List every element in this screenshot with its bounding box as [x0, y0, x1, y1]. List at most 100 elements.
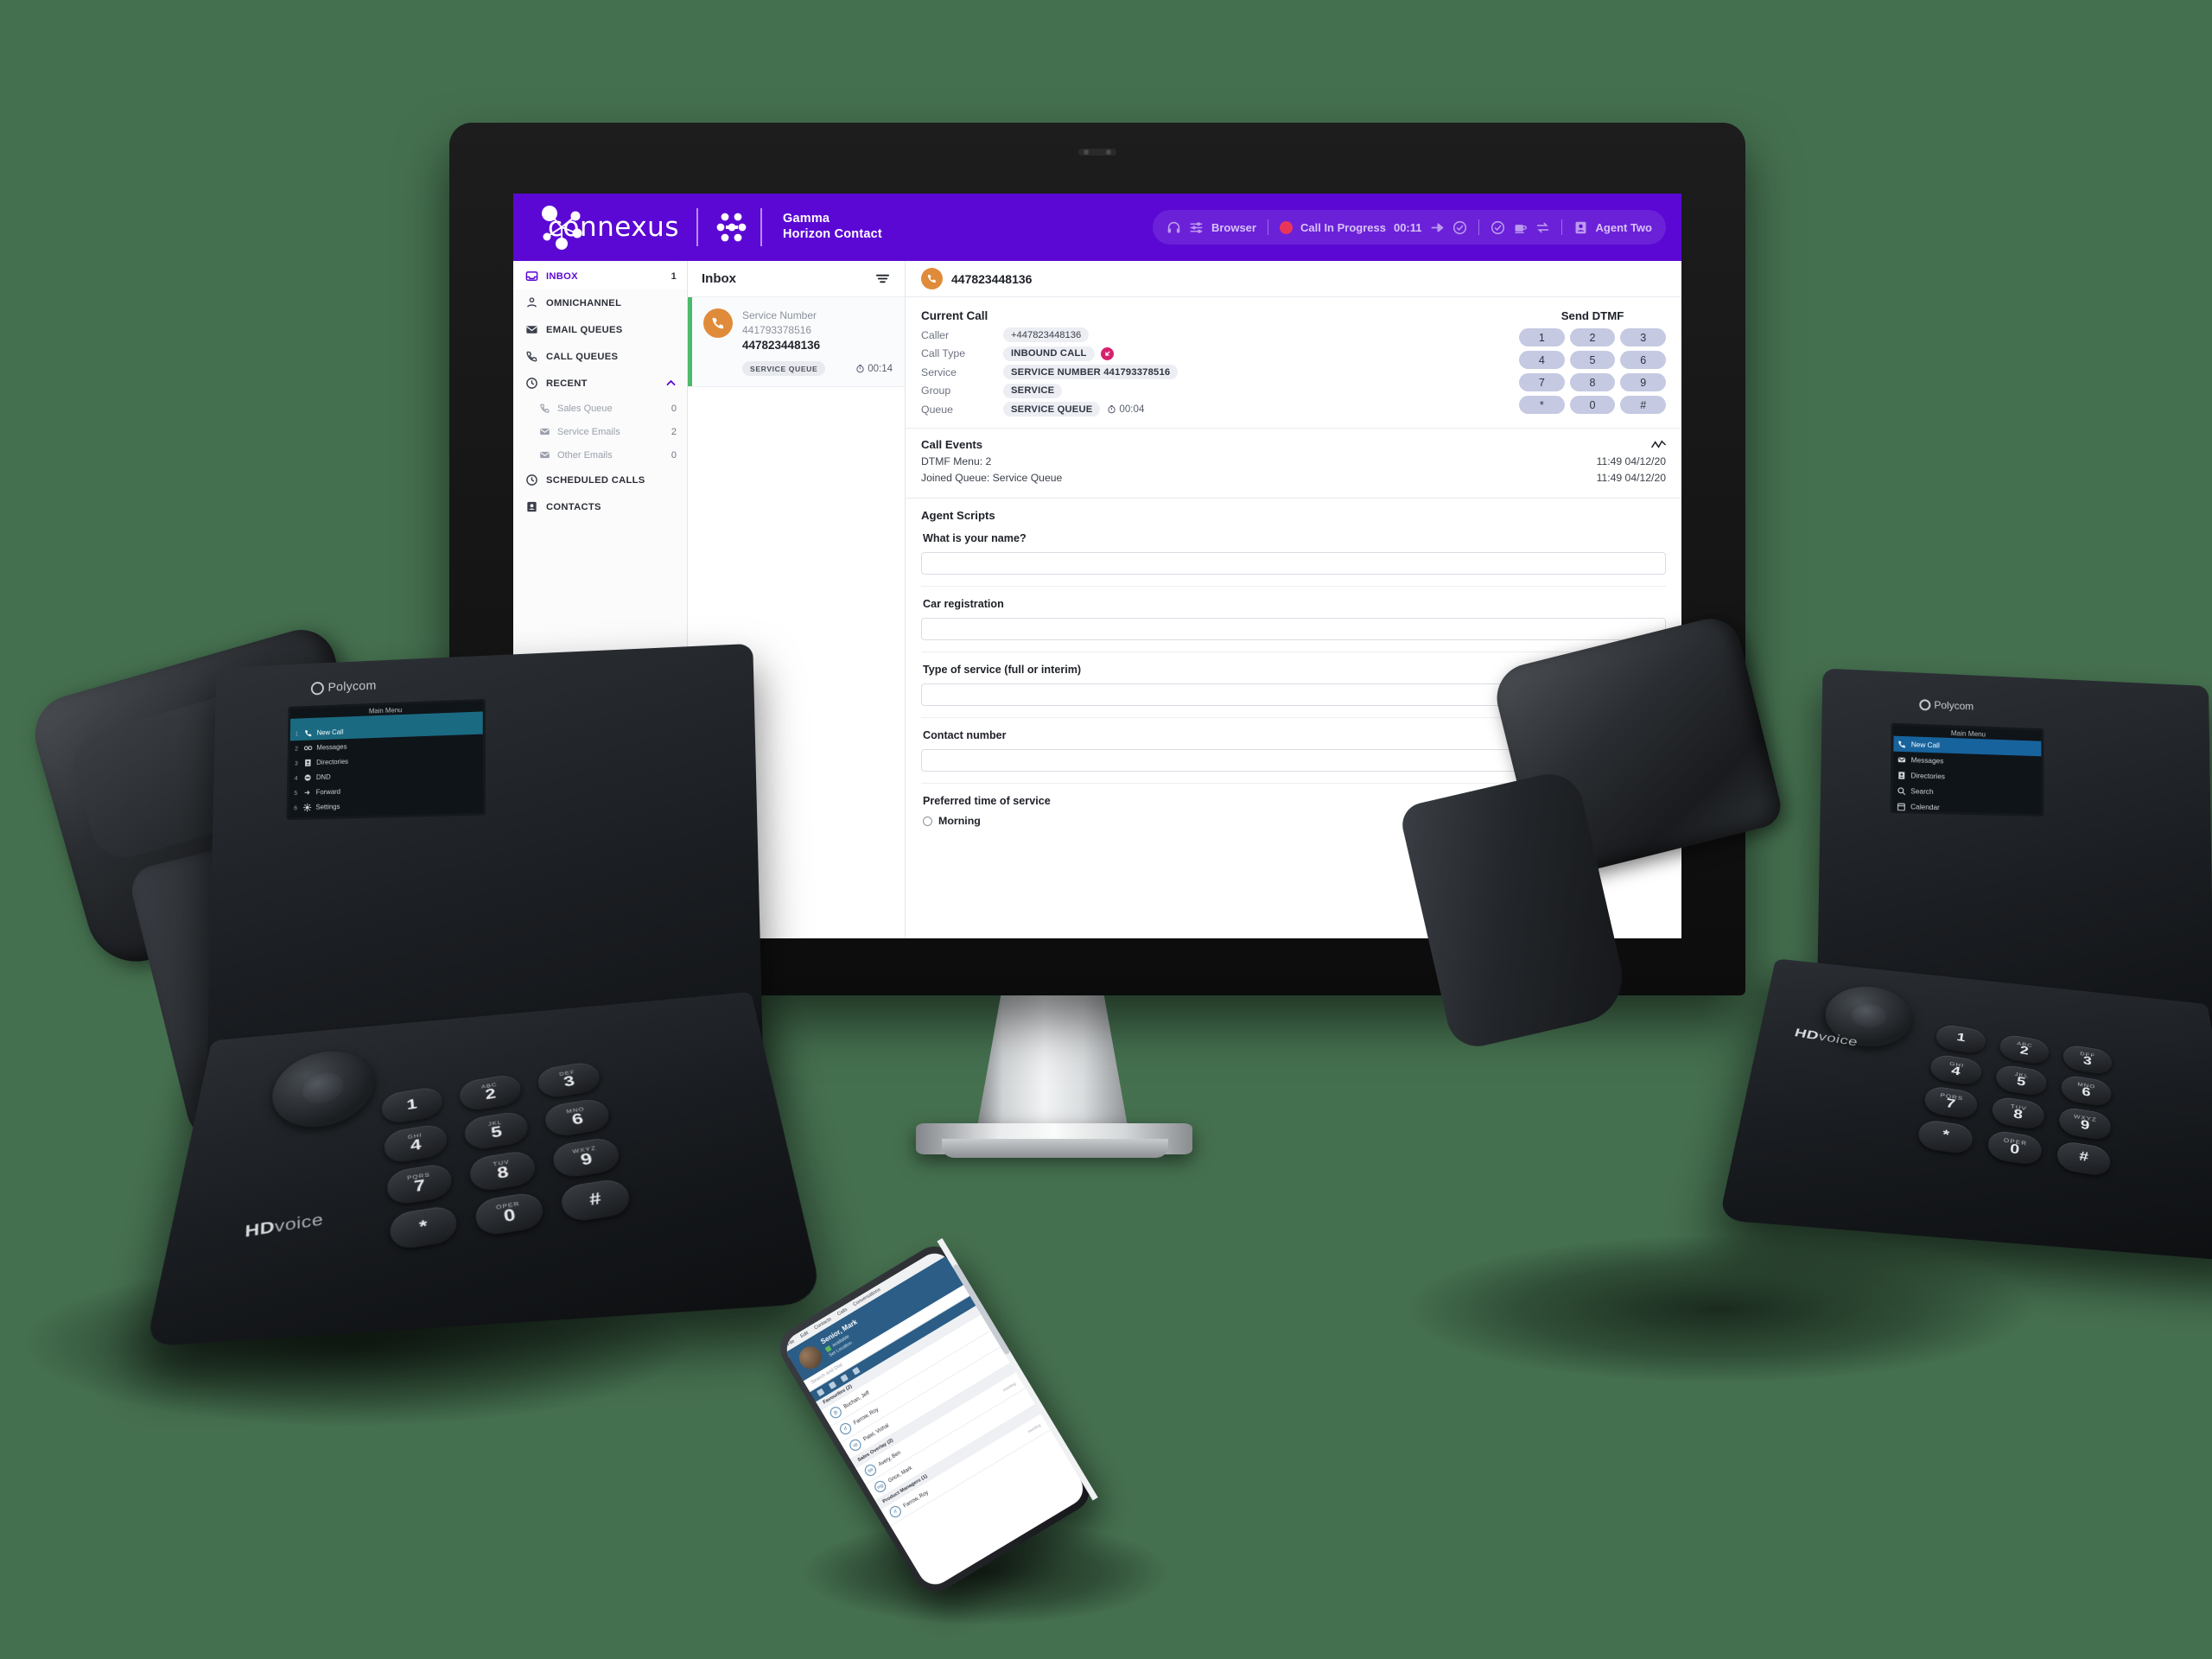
- keypad-key-3[interactable]: DEF 3: [2062, 1043, 2113, 1077]
- dtmf-key-2[interactable]: 2: [1569, 328, 1616, 346]
- dtmf-key-7[interactable]: 7: [1519, 373, 1565, 391]
- sidebar-item-other-emails[interactable]: Other Emails 0: [513, 443, 687, 467]
- keypad-key-8[interactable]: TUV 8: [1990, 1095, 2045, 1131]
- dtmf-key-9[interactable]: 9: [1620, 373, 1666, 391]
- polycom-brand-text: Polycom: [1934, 698, 1974, 713]
- phone-keypad: 1 ABC 2 DEF 3 GHI 4 JKL 5 MNO 6 PQRS 7 TUV 8 WX…: [380, 1060, 633, 1251]
- keypad-key-1[interactable]: 1: [1934, 1023, 1987, 1056]
- sliders-icon[interactable]: [1189, 220, 1204, 235]
- dtmf-key-8[interactable]: 8: [1569, 373, 1616, 391]
- dtmf-key-5[interactable]: 5: [1569, 351, 1616, 369]
- sidebar-label-other-emails: Other Emails: [557, 449, 613, 461]
- header-divider-2: [760, 208, 762, 246]
- sidebar-label-contacts: CONTACTS: [546, 501, 601, 512]
- directory-icon: [305, 759, 311, 766]
- name-input[interactable]: [921, 552, 1666, 575]
- contact-initials: jb: [828, 1404, 844, 1421]
- call-event-row: DTMF Menu: 2 11:49 04/12/20: [921, 454, 1666, 471]
- navigation-disc[interactable]: [272, 1044, 378, 1135]
- keypad-digit: 6: [2082, 1084, 2091, 1100]
- keypad-key-9[interactable]: WXYZ 9: [2058, 1106, 2111, 1142]
- keypad-digit: #: [2078, 1148, 2089, 1166]
- keypad-key-6[interactable]: MNO 6: [543, 1096, 613, 1139]
- keypad-key-hash[interactable]: #: [558, 1177, 633, 1224]
- available-check-icon[interactable]: [1491, 220, 1505, 235]
- inbox-list-item[interactable]: Service Number 441793378516 447823448136…: [688, 297, 905, 388]
- dtmf-key-4[interactable]: 4: [1519, 351, 1565, 369]
- call-event-time: 11:49 04/12/20: [1596, 454, 1666, 467]
- keypad-key-4[interactable]: GHI 4: [383, 1122, 449, 1165]
- grid-icon[interactable]: [816, 1388, 825, 1397]
- inbox-item-text: Service Number 441793378516 447823448136…: [742, 308, 893, 377]
- connexus-logo[interactable]: connexus: [536, 202, 679, 252]
- keypad-key-2[interactable]: ABC 2: [458, 1072, 524, 1113]
- keypad-key-5[interactable]: JKL 5: [1994, 1063, 2048, 1097]
- keypad-digit: 1: [405, 1095, 418, 1113]
- break-coffee-icon[interactable]: [1513, 220, 1528, 235]
- keypad-key-1[interactable]: 1: [380, 1085, 444, 1126]
- keypad-key-0[interactable]: OPER 0: [1986, 1128, 2043, 1167]
- headset-icon[interactable]: [1166, 220, 1181, 235]
- dtmf-key-6[interactable]: 6: [1620, 351, 1666, 369]
- inbox-item-footer: SERVICE QUEUE 00:14: [742, 361, 893, 377]
- dtmf-key-hash[interactable]: #: [1620, 396, 1666, 414]
- radio-circle-icon[interactable]: [923, 816, 932, 826]
- phone-menu-label: Calendar: [1910, 802, 1940, 811]
- keypad-key-7[interactable]: PQRS 7: [385, 1162, 454, 1207]
- keypad-key-hash[interactable]: #: [2056, 1140, 2111, 1178]
- conversations-icon[interactable]: [852, 1366, 861, 1376]
- keypad-key-star[interactable]: *: [389, 1204, 459, 1251]
- sidebar-label-email-queues: EMAIL QUEUES: [546, 324, 623, 335]
- dtmf-key-star[interactable]: *: [1519, 396, 1565, 414]
- end-call-check-icon[interactable]: [1452, 220, 1467, 235]
- row-key: Group: [921, 385, 951, 397]
- dtmf-key-3[interactable]: 3: [1620, 328, 1666, 346]
- keypad-key-star[interactable]: *: [1916, 1118, 1974, 1156]
- phone-menu-item-calendar[interactable]: Calendar: [1893, 798, 2042, 817]
- sidebar-item-call-queues[interactable]: CALL QUEUES: [513, 343, 687, 370]
- dtmf-key-0[interactable]: 0: [1569, 396, 1616, 414]
- stopwatch-icon: [1108, 405, 1116, 414]
- keypad-key-7[interactable]: PQRS 7: [1922, 1084, 1979, 1121]
- agent-name[interactable]: Agent Two: [1596, 221, 1652, 234]
- current-call-details: Current Call Caller +447823448136 Call T…: [921, 309, 1510, 419]
- swap-icon[interactable]: [1535, 220, 1550, 235]
- trend-line-icon[interactable]: [1651, 439, 1666, 450]
- sidebar-item-omnichannel[interactable]: OMNICHANNEL: [513, 289, 687, 316]
- keypad-key-4[interactable]: GHI 4: [1928, 1052, 1983, 1087]
- keypad-key-0[interactable]: OPER 0: [474, 1191, 546, 1237]
- keypad-key-9[interactable]: WXYZ 9: [550, 1135, 623, 1180]
- sidebar-item-scheduled-calls[interactable]: SCHEDULED CALLS: [513, 467, 687, 493]
- chevron-up-icon[interactable]: [665, 378, 677, 389]
- keypad-key-2[interactable]: ABC 2: [1998, 1033, 2050, 1066]
- contact-initials: rf: [887, 1503, 904, 1520]
- current-call-row-service: Service SERVICE NUMBER 441793378516: [921, 363, 1510, 382]
- sidebar-item-recent[interactable]: RECENT: [513, 370, 687, 397]
- contacts-icon[interactable]: [828, 1381, 837, 1389]
- agent-avatar-icon[interactable]: [1573, 220, 1588, 235]
- inbound-direction-icon: [1100, 346, 1114, 360]
- phone-menu-label: Directories: [1910, 771, 1945, 780]
- sidebar-item-contacts[interactable]: CONTACTS: [513, 493, 687, 520]
- calls-icon[interactable]: [840, 1374, 849, 1382]
- inbox-item-timer-value: 00:14: [868, 363, 893, 374]
- car-registration-input[interactable]: [921, 618, 1666, 641]
- avatar: [703, 308, 733, 338]
- sidebar-item-sales-queue[interactable]: Sales Queue 0: [513, 397, 687, 420]
- keypad-key-3[interactable]: DEF 3: [535, 1060, 603, 1100]
- sidebar-item-email-queues[interactable]: EMAIL QUEUES: [513, 316, 687, 343]
- row-value: INBOUND CALL: [1003, 346, 1095, 361]
- avatar[interactable]: [795, 1342, 826, 1374]
- filter-icon[interactable]: [874, 270, 891, 287]
- keypad-key-5[interactable]: JKL 5: [462, 1109, 531, 1152]
- browser-label[interactable]: Browser: [1211, 221, 1256, 234]
- sidebar-item-inbox[interactable]: INBOX 1: [513, 263, 687, 289]
- keypad-key-6[interactable]: MNO 6: [2060, 1073, 2112, 1109]
- keypad-key-8[interactable]: TUV 8: [467, 1148, 538, 1193]
- dtmf-key-1[interactable]: 1: [1519, 328, 1565, 346]
- keypad-digit: 0: [2009, 1141, 2020, 1158]
- monitor-stand-neck: [975, 985, 1130, 1141]
- email-icon: [526, 326, 537, 334]
- transfer-arrow-icon[interactable]: [1430, 220, 1445, 235]
- sidebar-item-service-emails[interactable]: Service Emails 2: [513, 420, 687, 443]
